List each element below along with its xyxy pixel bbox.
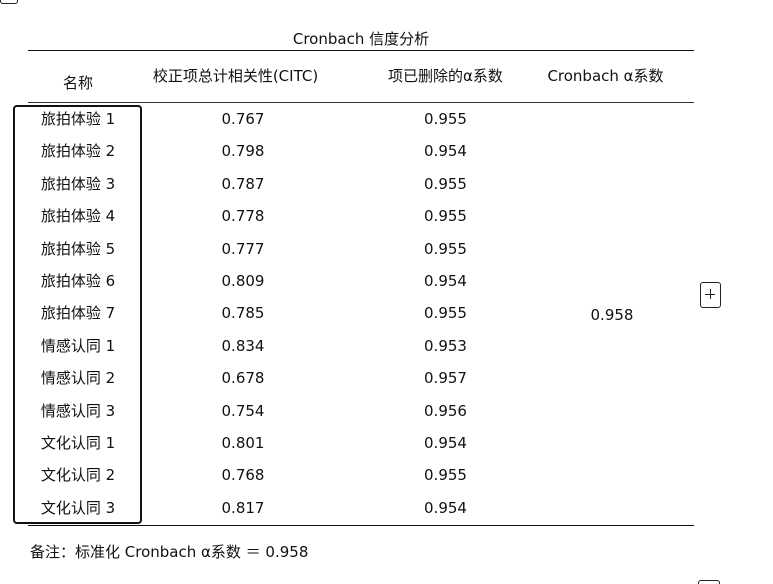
header-citc: 校正项总计相关性(CITC) (152, 67, 319, 85)
row-alpha-if-deleted-cell: 0.955 (424, 239, 467, 258)
row-alpha-if-deleted-cell: 0.955 (424, 207, 467, 226)
table-note: 备注：标准化 Cronbach α系数 ＝ 0.958 (30, 543, 309, 561)
row-citc-cell: 0.777 (221, 239, 265, 258)
row-alpha-if-deleted-cell: 0.955 (424, 174, 467, 193)
name-column-selection-box (13, 105, 142, 524)
table-title: Cronbach 信度分析 (292, 30, 430, 48)
row-citc-cell: 0.798 (221, 142, 265, 161)
row-alpha-if-deleted-cell: 0.954 (424, 142, 467, 161)
row-alpha-if-deleted-cell: 0.954 (424, 498, 467, 517)
header-cronbach-alpha: Cronbach α系数 (547, 67, 664, 85)
row-alpha-if-deleted-cell: 0.955 (424, 466, 467, 485)
header-name: 名称 (62, 74, 93, 92)
table-top-rule (28, 50, 694, 51)
header-alpha-if-deleted: 项已删除的α系数 (388, 67, 503, 85)
row-alpha-if-deleted-cell: 0.955 (424, 110, 467, 128)
corner-handle-bottom-icon[interactable] (698, 580, 720, 584)
row-citc-cell: 0.778 (221, 207, 265, 226)
row-citc-cell: 0.785 (221, 304, 265, 323)
row-alpha-if-deleted-cell: 0.957 (424, 369, 467, 388)
row-citc-cell: 0.767 (221, 110, 265, 128)
page: Cronbach 信度分析 名称 校正项总计相关性(CITC) 项已删除的α系数… (0, 0, 773, 584)
row-citc-cell: 0.834 (221, 336, 265, 355)
plus-icon-stroke (709, 289, 711, 299)
row-citc-cell: 0.787 (221, 174, 265, 193)
row-citc-cell: 0.809 (221, 272, 265, 290)
corner-handle-icon[interactable] (0, 0, 18, 4)
row-citc-cell: 0.801 (221, 434, 265, 452)
row-alpha-if-deleted-cell: 0.955 (424, 304, 467, 323)
row-alpha-if-deleted-cell: 0.953 (424, 336, 467, 355)
row-citc-cell: 0.817 (221, 498, 265, 517)
row-citc-cell: 0.754 (221, 401, 265, 420)
cronbach-alpha-value: 0.958 (590, 306, 634, 324)
expand-plus-button[interactable] (700, 282, 721, 308)
row-alpha-if-deleted-cell: 0.954 (424, 272, 467, 290)
row-alpha-if-deleted-cell: 0.956 (424, 401, 467, 420)
row-alpha-if-deleted-cell: 0.954 (424, 434, 467, 452)
row-citc-cell: 0.678 (221, 369, 265, 388)
row-citc-cell: 0.768 (221, 466, 265, 485)
table-bottom-rule (28, 525, 694, 526)
